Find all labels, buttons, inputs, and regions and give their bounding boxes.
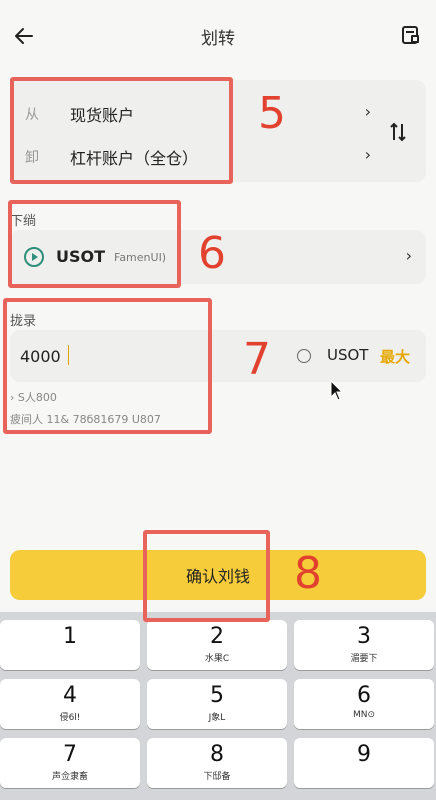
key-digit: 8 <box>210 742 224 767</box>
annotation-number-6: 6 <box>198 228 226 279</box>
key-digit: 1 <box>63 624 77 649</box>
annotation-box-7 <box>3 298 212 434</box>
key-6[interactable]: 6 MN⊙ <box>294 679 434 729</box>
key-letters: 水果C <box>204 654 230 664</box>
key-letters: J象L <box>208 713 226 723</box>
swap-icon[interactable] <box>388 120 408 144</box>
chevron-right-icon: › <box>405 246 412 265</box>
key-4[interactable]: 4 侵6l! <box>0 679 140 729</box>
key-2[interactable]: 2 水果C <box>147 620 287 670</box>
key-digit: 7 <box>63 742 77 767</box>
page-title: 划转 <box>201 29 235 49</box>
annotation-box-5 <box>10 77 233 184</box>
key-letters: 侵6l! <box>59 713 81 723</box>
key-9[interactable]: 9 <box>294 738 434 788</box>
record-icon[interactable] <box>400 24 422 46</box>
key-letters: 湄要下 <box>350 654 378 664</box>
header-bar: 划转 <box>0 0 436 72</box>
radio-circle-icon[interactable] <box>297 349 311 363</box>
key-letters: MN⊙ <box>352 710 376 720</box>
annotation-box-6 <box>8 200 181 288</box>
key-digit: 5 <box>210 683 224 708</box>
key-letters: 下邸备 <box>203 772 231 782</box>
numeric-keypad: 1 2 水果C 3 湄要下 4 侵6l! 5 J象L 6 MN⊙ 7 声佥隶畜 … <box>0 612 436 800</box>
annotation-number-8: 8 <box>294 548 322 599</box>
mouse-cursor-icon <box>330 380 344 401</box>
key-digit: 6 <box>357 683 371 708</box>
annotation-number-7: 7 <box>243 334 271 385</box>
key-5[interactable]: 5 J象L <box>147 679 287 729</box>
annotation-number-5: 5 <box>258 88 286 139</box>
key-digit: 4 <box>63 683 77 708</box>
key-7[interactable]: 7 声佥隶畜 <box>0 738 140 788</box>
key-letters: 声佥隶畜 <box>51 772 88 782</box>
annotation-box-8 <box>143 530 270 622</box>
key-digit: 3 <box>357 624 371 649</box>
from-chevron-icon[interactable]: › <box>365 102 371 121</box>
max-button[interactable]: 最大 <box>380 346 410 367</box>
key-digit: 2 <box>210 624 224 649</box>
to-chevron-icon[interactable]: › <box>365 145 371 164</box>
key-digit: 9 <box>357 742 371 767</box>
key-8[interactable]: 8 下邸备 <box>147 738 287 788</box>
key-1[interactable]: 1 <box>0 620 140 670</box>
key-3[interactable]: 3 湄要下 <box>294 620 434 670</box>
amount-unit: USOT <box>327 346 369 364</box>
